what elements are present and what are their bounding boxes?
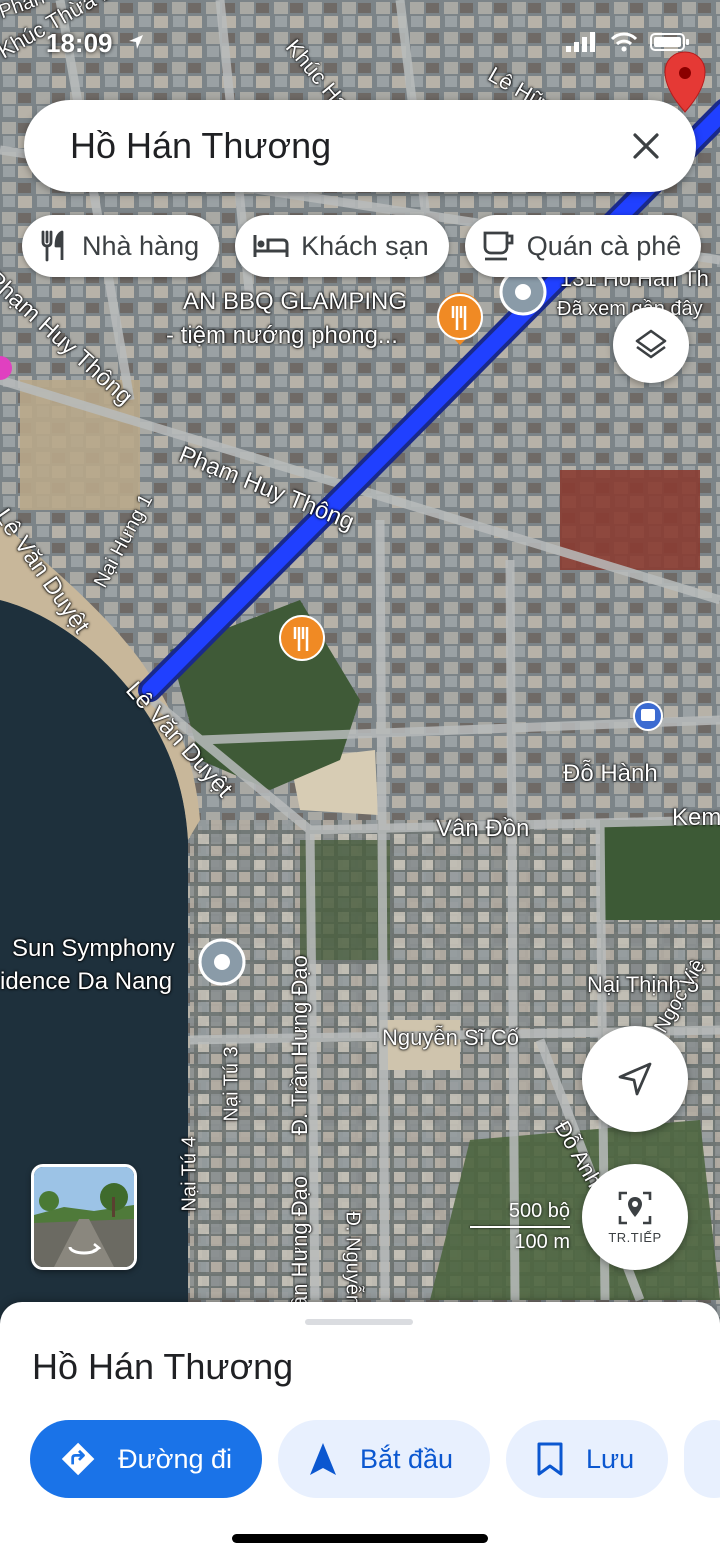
street-view-label: TR.TIẾP: [608, 1229, 662, 1245]
search-bar[interactable]: Hồ Hán Thương: [24, 100, 696, 192]
map-label-kem: Kem: [672, 804, 720, 831]
map-label-sun-symphony-2: idence Da Nang: [0, 968, 173, 995]
home-indicator: [232, 1534, 488, 1543]
close-icon[interactable]: [626, 126, 666, 166]
bookmark-icon: [537, 1442, 563, 1476]
street-view-button[interactable]: TR.TIẾP: [582, 1164, 688, 1270]
street-view-thumbnail[interactable]: [31, 1164, 137, 1270]
map-label-tran-hung-dao-2: ần Hưng Đạo: [287, 1175, 312, 1308]
scale-feet: 500 bộ: [508, 1200, 570, 1222]
map-scale: 500 bộ 100 m: [470, 1200, 570, 1254]
map-label-nai-tu-4: Nại Tú 4: [178, 1136, 201, 1212]
search-query[interactable]: Hồ Hán Thương: [70, 125, 626, 167]
map-label-an-bbq-sub: - tiệm nướng phong...: [166, 322, 398, 349]
sheet-actions: Đường đi Bắt đầu Lưu: [30, 1420, 720, 1498]
save-button[interactable]: Lưu: [506, 1420, 668, 1498]
map-label-sun-symphony: Sun Symphony: [12, 935, 175, 962]
map-label-do-hanh: Đỗ Hành: [563, 760, 658, 787]
chip-restaurants[interactable]: Nhà hàng: [22, 215, 220, 277]
directions-label: Đường đi: [118, 1443, 232, 1474]
category-chips: Nhà hàng Khách sạn Quán cà phê: [22, 215, 702, 277]
map-label-d-nguyen: Đ. Nguyễn: [341, 1211, 364, 1307]
hotel-icon: [253, 235, 289, 257]
more-actions-button[interactable]: [684, 1420, 720, 1498]
restaurant-icon: [41, 230, 64, 262]
my-location-button[interactable]: [582, 1026, 688, 1132]
map-label-van-don: Vân Đồn: [436, 815, 530, 842]
navigation-arrow-icon: [310, 1443, 336, 1475]
status-time: 18:09: [46, 28, 113, 58]
scale-meters: 100 m: [514, 1231, 570, 1253]
map-label-tran-hung-dao: Đ. Trần Hưng Đạo: [287, 955, 312, 1135]
place-bottom-sheet[interactable]: Hồ Hán Thương Đường đi Bắt đầu Lưu: [0, 1302, 720, 1559]
restaurant-poi-icon: [279, 615, 325, 661]
directions-icon: [61, 1442, 95, 1476]
battery-icon: [650, 32, 690, 57]
map-label-nai-tu-3: Nại Tú 3: [220, 1046, 243, 1122]
start-button[interactable]: Bắt đầu: [278, 1420, 490, 1498]
chip-label: Quán cà phê: [526, 230, 682, 261]
directions-button[interactable]: Đường đi: [30, 1420, 262, 1498]
signal-icon: [566, 32, 598, 57]
save-label: Lưu: [586, 1443, 635, 1474]
navigation-arrow-icon: [618, 1062, 652, 1096]
place-pin-icon: [198, 938, 246, 986]
layers-icon: [635, 329, 667, 359]
chip-label: Nhà hàng: [82, 230, 200, 261]
map-label-nguyen-si-co: Nguyễn Sĩ Cố: [382, 1025, 519, 1050]
wifi-icon: [610, 32, 638, 57]
start-label: Bắt đầu: [360, 1443, 454, 1474]
coffee-icon: [483, 231, 514, 261]
map-label-an-bbq: AN BBQ GLAMPING: [183, 288, 408, 315]
place-title: Hồ Hán Thương: [32, 1346, 294, 1387]
bus-stop-icon: [633, 701, 663, 731]
scale-bar: [470, 1226, 570, 1228]
chip-hotels[interactable]: Khách sạn: [235, 215, 449, 277]
sheet-drag-handle[interactable]: [305, 1319, 413, 1325]
street-view-icon: [618, 1191, 652, 1224]
layers-button[interactable]: [613, 307, 689, 383]
location-arrow-icon: [128, 34, 144, 55]
chip-label: Khách sạn: [301, 230, 429, 261]
chip-coffee[interactable]: Quán cà phê: [464, 215, 702, 277]
status-bar: 18:09: [0, 0, 720, 90]
